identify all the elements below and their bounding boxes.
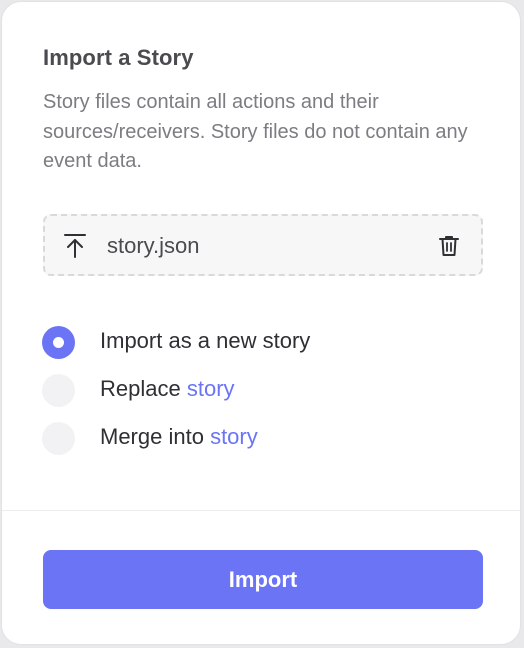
option-label: Merge into story	[100, 424, 258, 449]
dialog-description: Story files contain all actions and thei…	[43, 91, 468, 172]
file-name: story.json	[107, 233, 200, 258]
radio-replace[interactable]	[42, 374, 75, 407]
radio-merge[interactable]	[42, 422, 75, 455]
dialog-title: Import a Story	[43, 45, 194, 70]
story-link[interactable]: story	[187, 376, 235, 401]
radio-import-new[interactable]	[42, 326, 75, 359]
import-story-dialog: Import a Story Story files contain all a…	[1, 1, 521, 645]
footer-divider	[2, 510, 520, 511]
option-import-new[interactable]: Import as a new story	[42, 326, 462, 360]
trash-icon[interactable]	[439, 235, 459, 257]
file-dropzone[interactable]: story.json	[43, 214, 483, 276]
option-replace[interactable]: Replace story	[42, 374, 462, 408]
upload-arrow-icon	[64, 234, 86, 258]
option-merge[interactable]: Merge into story	[42, 422, 462, 456]
option-label: Replace story	[100, 376, 235, 401]
import-button[interactable]: Import	[43, 550, 483, 609]
story-link[interactable]: story	[210, 424, 258, 449]
option-label: Import as a new story	[100, 328, 311, 353]
